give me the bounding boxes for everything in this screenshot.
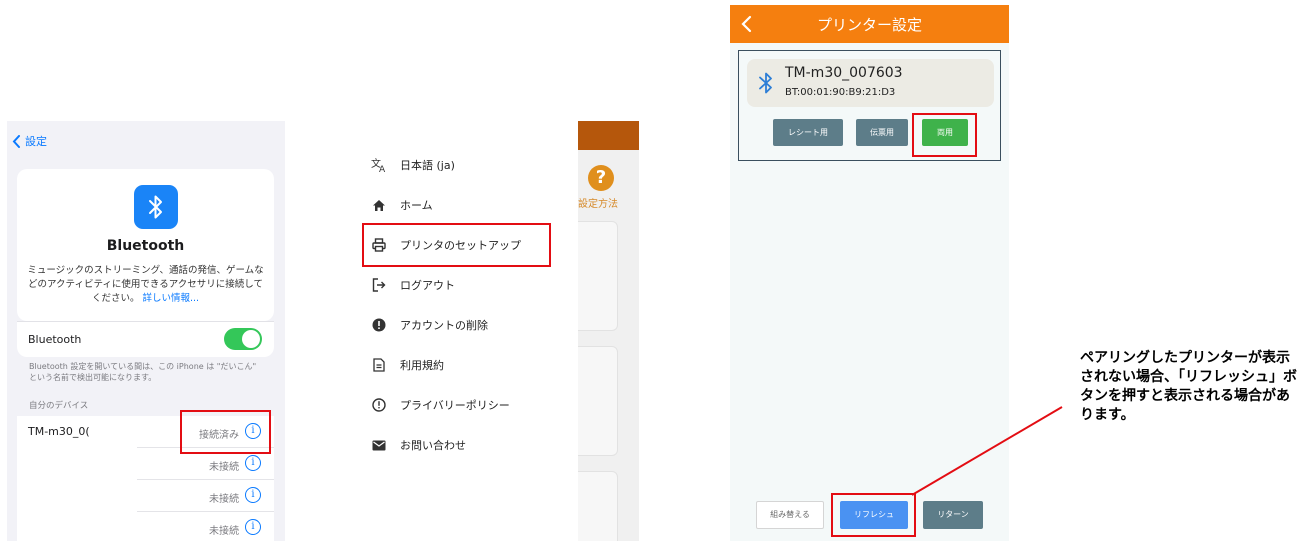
menu-item-home[interactable]: ホーム bbox=[355, 190, 555, 220]
annotation-text: ペアリングしたプリンターが表示されない場合、「リフレッシュ」ボタンを押すと表示さ… bbox=[1080, 350, 1297, 423]
menu-item-contact[interactable]: お問い合わせ bbox=[355, 430, 555, 460]
background-card bbox=[578, 221, 618, 331]
menu-item-logout[interactable]: ログアウト bbox=[355, 270, 555, 300]
background-card bbox=[578, 346, 618, 456]
menu-item-delete-account[interactable]: アカウントの削除 bbox=[355, 310, 555, 340]
highlight-connected bbox=[180, 410, 271, 454]
my-devices-header: 自分のデバイス bbox=[29, 401, 89, 411]
menu-item-terms[interactable]: 利用規約 bbox=[355, 350, 555, 380]
help-label: 設定方法 bbox=[578, 199, 618, 210]
device-status: 未接続 bbox=[209, 526, 239, 537]
alert-icon bbox=[370, 316, 388, 334]
highlight-both-button bbox=[912, 113, 977, 157]
menu-item-language[interactable]: 文A 日本語 (ja) bbox=[355, 150, 555, 180]
printer-name: TM-m30_007603 bbox=[785, 65, 903, 81]
device-status: 未接続 bbox=[209, 494, 239, 505]
bluetooth-icon bbox=[759, 72, 772, 94]
logout-icon bbox=[370, 276, 388, 294]
chevron-left-icon bbox=[12, 134, 20, 148]
back-button[interactable]: 設定 bbox=[12, 133, 47, 149]
menu-label: お問い合わせ bbox=[400, 439, 466, 452]
return-button[interactable]: リターン bbox=[923, 501, 983, 529]
bluetooth-toggle-row: Bluetooth bbox=[17, 321, 274, 357]
info-icon[interactable]: i bbox=[245, 519, 261, 535]
printer-device-card[interactable]: TM-m30_007603 BT:00:01:90:B9:21:D3 bbox=[747, 59, 994, 107]
printer-address: BT:00:01:90:B9:21:D3 bbox=[785, 87, 896, 98]
back-label: 設定 bbox=[25, 135, 47, 148]
menu-label: 利用規約 bbox=[400, 359, 444, 372]
menu-label: 日本語 (ja) bbox=[400, 159, 455, 172]
info-icon[interactable]: i bbox=[245, 487, 261, 503]
menu-label: ログアウト bbox=[400, 279, 455, 292]
receipt-button[interactable]: レシート用 bbox=[773, 119, 843, 146]
device-row[interactable]: 未接続 i bbox=[17, 512, 274, 541]
page-title: プリンター設定 bbox=[816, 16, 922, 34]
menu-item-privacy[interactable]: プライバリーポリシー bbox=[355, 390, 555, 420]
home-icon bbox=[370, 196, 388, 214]
menu-label: ホーム bbox=[400, 199, 433, 212]
menu-label: アカウントの削除 bbox=[400, 319, 488, 332]
rearrange-button[interactable]: 組み替える bbox=[756, 501, 824, 529]
info-icon bbox=[370, 396, 388, 414]
bluetooth-title: Bluetooth bbox=[106, 238, 185, 254]
bluetooth-icon bbox=[134, 185, 178, 229]
mail-icon bbox=[370, 436, 388, 454]
discoverable-note: Bluetooth 設定を開いている間は、この iPhone は "だいこん" … bbox=[29, 362, 257, 382]
device-row[interactable]: 未接続 i bbox=[17, 480, 274, 512]
device-name: TM-m30_0( bbox=[28, 425, 90, 438]
app-bar bbox=[578, 121, 639, 150]
printer-header: プリンター設定 bbox=[730, 5, 1009, 43]
device-status: 未接続 bbox=[209, 462, 239, 473]
document-icon bbox=[370, 356, 388, 374]
translate-icon: 文A bbox=[370, 156, 388, 174]
bluetooth-description: ミュージックのストリーミング、通話の発信、ゲームなどのアクティビティに使用できる… bbox=[25, 264, 266, 306]
background-app: ? 設定方法 bbox=[578, 121, 639, 541]
help-icon[interactable]: ? bbox=[588, 165, 614, 191]
ios-bluetooth-screen: 設定 Bluetooth ミュージックのストリーミング、通話の発信、ゲームなどの… bbox=[7, 121, 285, 541]
bluetooth-info-card: Bluetooth ミュージックのストリーミング、通話の発信、ゲームなどのアクテ… bbox=[17, 169, 274, 321]
menu-label: プライバリーポリシー bbox=[400, 399, 510, 412]
svg-text:A: A bbox=[379, 165, 386, 173]
more-info-link[interactable]: 詳しい情報... bbox=[142, 293, 199, 304]
side-menu: 文A 日本語 (ja) ホーム プリンタのセットアップ ログアウト アカウントの… bbox=[355, 145, 555, 465]
highlight-printer-setup bbox=[362, 223, 551, 267]
background-card bbox=[578, 471, 618, 541]
info-icon[interactable]: i bbox=[245, 455, 261, 471]
callout-line bbox=[911, 406, 1063, 496]
slip-button[interactable]: 伝票用 bbox=[856, 119, 908, 146]
bluetooth-toggle[interactable] bbox=[224, 328, 262, 350]
toggle-label: Bluetooth bbox=[28, 333, 82, 346]
